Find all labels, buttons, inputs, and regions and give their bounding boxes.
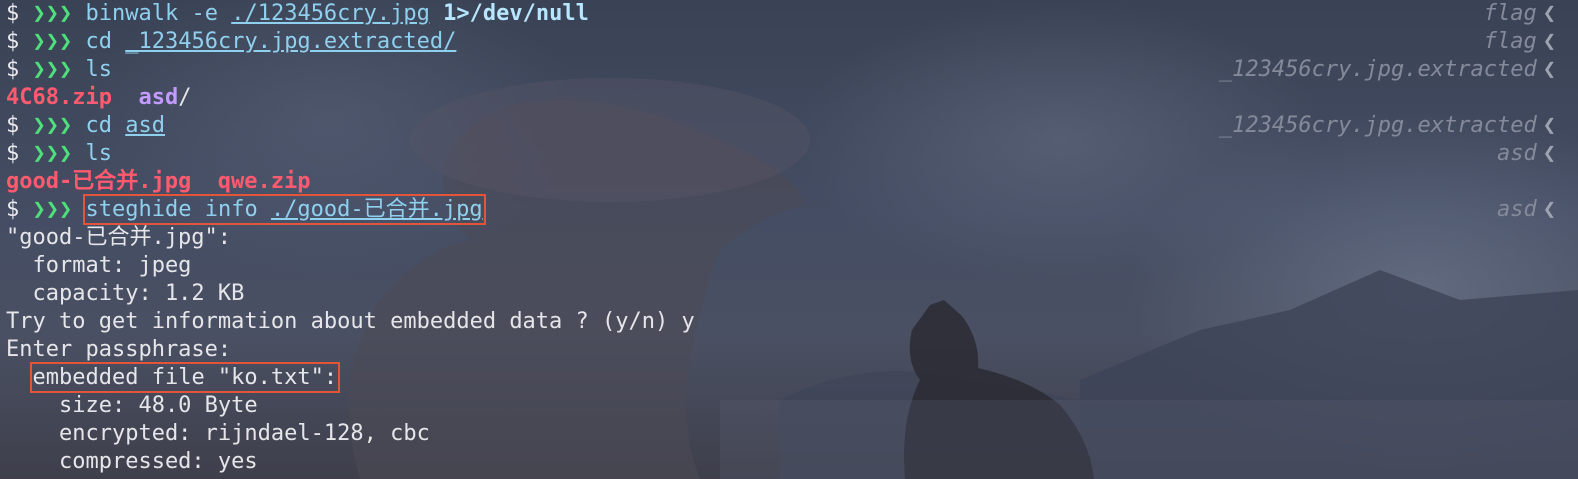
command: steghide info bbox=[85, 197, 258, 222]
terminal-window[interactable]: $ ❯❯❯ binwalk -e ./123456cry.jpg 1>/dev/… bbox=[0, 0, 1578, 479]
prompt-line: $ ❯❯❯ ls _123456cry.jpg.extracted ❮ bbox=[0, 56, 1578, 84]
output-line: size: 48.0 Byte bbox=[6, 393, 258, 418]
chevron-left-icon: ❮ bbox=[1542, 57, 1556, 82]
directory-name[interactable]: asd bbox=[138, 85, 178, 110]
prompt-arrows: ❯❯❯ bbox=[32, 29, 73, 54]
prompt-arrows: ❯❯❯ bbox=[32, 141, 73, 166]
prompt-line: $ ❯❯❯ cd _123456cry.jpg.extracted/flag ❮ bbox=[0, 28, 1578, 56]
output-line: encrypted: rijndael-128, cbc bbox=[6, 421, 430, 446]
path-argument[interactable]: _123456cry.jpg.extracted/ bbox=[125, 29, 456, 54]
prompt-line: $ ❯❯❯ cd asd _123456cry.jpg.extracted ❮ bbox=[0, 112, 1578, 140]
path-argument[interactable]: asd bbox=[125, 113, 165, 138]
output-line: embedded file "ko.txt": bbox=[0, 362, 1578, 393]
prompt-arrows: ❯❯❯ bbox=[32, 57, 73, 82]
right-prompt: asd ❮ bbox=[1497, 140, 1556, 168]
prompt-dollar: $ bbox=[6, 113, 20, 138]
prompt-dollar: $ bbox=[6, 29, 20, 54]
prompt-arrows: ❯❯❯ bbox=[32, 1, 73, 26]
chevron-left-icon: ❮ bbox=[1542, 197, 1556, 222]
output-line: "good-已合并.jpg": bbox=[6, 225, 231, 250]
output-line: format: jpeg bbox=[6, 253, 192, 278]
prompt-dollar: $ bbox=[6, 197, 20, 222]
right-prompt-dir: flag bbox=[1483, 1, 1537, 26]
prompt-line: $ ❯❯❯ binwalk -e ./123456cry.jpg 1>/dev/… bbox=[0, 0, 1578, 28]
highlighted-embedded-file: embedded file "ko.txt": bbox=[29, 362, 341, 393]
path-argument[interactable]: ./good-已合并.jpg bbox=[271, 197, 483, 222]
command: cd bbox=[85, 29, 113, 54]
terminal-output: $ ❯❯❯ binwalk -e ./123456cry.jpg 1>/dev/… bbox=[0, 0, 1578, 476]
ls-output: 4C68.zip asd/ bbox=[0, 84, 1578, 112]
right-prompt-dir: flag bbox=[1483, 29, 1537, 54]
redirection: 1>/dev/null bbox=[443, 1, 589, 26]
command: ls bbox=[85, 141, 113, 166]
right-prompt-dir: _123456cry.jpg.extracted bbox=[1218, 113, 1537, 138]
prompt-line: $ ❯❯❯ ls asd ❮ bbox=[0, 140, 1578, 168]
output-line: Enter passphrase: bbox=[6, 337, 232, 362]
prompt-dollar: $ bbox=[6, 1, 20, 26]
prompt-line: $ ❯❯❯ steghide info ./good-已合并.jpg asd ❮ bbox=[0, 194, 1578, 225]
ls-output: good-已合并.jpg qwe.zip bbox=[0, 168, 1578, 196]
command: binwalk bbox=[85, 1, 179, 26]
path-argument[interactable]: ./123456cry.jpg bbox=[231, 1, 430, 26]
chevron-left-icon: ❮ bbox=[1542, 29, 1556, 54]
command: cd bbox=[85, 113, 113, 138]
prompt-arrows: ❯❯❯ bbox=[32, 113, 73, 138]
prompt-dollar: $ bbox=[6, 57, 20, 82]
right-prompt: flag ❮ bbox=[1484, 28, 1556, 56]
right-prompt: flag ❮ bbox=[1484, 0, 1556, 28]
chevron-left-icon: ❮ bbox=[1542, 1, 1556, 26]
chevron-left-icon: ❮ bbox=[1542, 141, 1556, 166]
highlighted-command: steghide info ./good-已合并.jpg bbox=[82, 194, 486, 225]
output-line: Try to get information about embedded da… bbox=[6, 309, 695, 334]
zip-file[interactable]: qwe.zip bbox=[218, 169, 311, 194]
jpg-file[interactable]: good-已合并.jpg bbox=[6, 169, 191, 194]
output-line: capacity: 1.2 KB bbox=[6, 281, 245, 306]
chevron-left-icon: ❮ bbox=[1542, 113, 1556, 138]
prompt-dollar: $ bbox=[6, 141, 20, 166]
output-line: compressed: yes bbox=[6, 449, 258, 474]
directory-slash: / bbox=[178, 85, 192, 110]
command: ls bbox=[85, 57, 113, 82]
command-flag: -e bbox=[191, 1, 218, 26]
right-prompt-dir: asd bbox=[1497, 141, 1537, 166]
right-prompt-dir: _123456cry.jpg.extracted bbox=[1218, 57, 1537, 82]
right-prompt-dir: asd bbox=[1497, 197, 1537, 222]
prompt-arrows: ❯❯❯ bbox=[32, 197, 73, 222]
right-prompt: asd ❮ bbox=[1497, 196, 1556, 224]
zip-file[interactable]: 4C68.zip bbox=[6, 85, 112, 110]
right-prompt: _123456cry.jpg.extracted ❮ bbox=[1219, 112, 1556, 140]
right-prompt: _123456cry.jpg.extracted ❮ bbox=[1219, 56, 1556, 84]
